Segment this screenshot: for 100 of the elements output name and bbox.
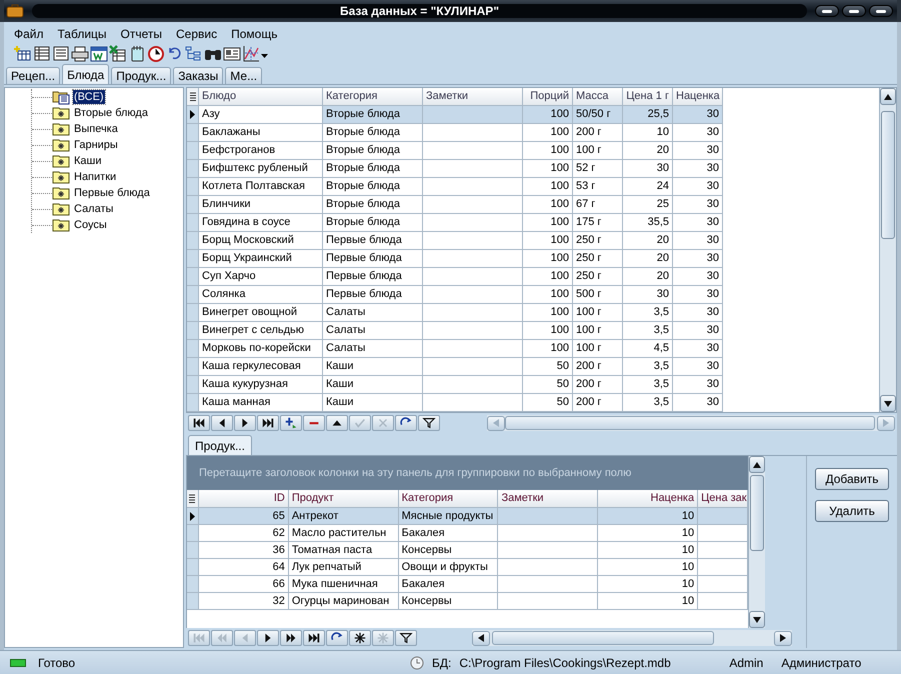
scroll-up-button[interactable] [880,88,896,105]
table-cell: 30 [673,340,723,358]
printer-icon[interactable] [71,44,89,62]
tree-item[interactable]: Соусы [73,218,108,232]
table-cell: Вторые блюда [323,178,423,196]
table-cell: 24 [623,178,673,196]
tree-item[interactable]: Гарниры [73,138,119,152]
vertical-scrollbar[interactable] [748,456,765,628]
last-record-button[interactable] [303,630,325,646]
edit-record-button[interactable] [326,415,348,431]
column-header[interactable]: ID [198,490,289,508]
first-record-button[interactable] [188,415,210,431]
asterisk-icon [376,631,390,645]
row-indicator[interactable] [187,508,199,525]
column-header[interactable]: Категория [398,490,498,508]
previous-record-button[interactable] [211,415,233,431]
chart-icon[interactable] [242,44,260,62]
column-header[interactable]: Категория [323,88,423,106]
tree-item[interactable]: (ВСЕ) [73,90,105,104]
column-header[interactable]: Наценка [598,490,698,508]
table-cell: Огурцы маринован [288,593,399,610]
next-record-button[interactable] [257,630,279,646]
table-cell: Салаты [323,322,423,340]
refresh-button[interactable] [395,415,417,431]
column-header[interactable]: Заметки [423,88,523,106]
card-icon[interactable] [223,44,241,62]
last-record-button[interactable] [257,415,279,431]
tab[interactable]: Блюда [62,64,110,84]
table-cell: Каши [323,394,423,412]
table-cell: Овощи и фрукты [398,559,498,576]
column-header[interactable]: Цена 1 г [623,88,673,106]
tab[interactable]: Продук... [111,67,172,84]
briefcase-icon [6,4,24,18]
list-icon[interactable] [52,44,70,62]
minimize-button[interactable] [815,5,839,17]
dropdown-caret-icon[interactable] [261,54,268,58]
column-header[interactable]: Продукт [288,490,399,508]
column-header[interactable]: Порций [523,88,573,106]
table-cell: 32 [198,593,289,610]
tree-item[interactable]: Салаты [73,202,114,216]
document-icon[interactable] [90,44,108,62]
insert-record-button[interactable] [280,415,302,431]
table-cell: Суп Харчо [199,268,323,286]
scroll-thumb[interactable] [881,111,895,239]
vertical-scrollbar[interactable] [879,88,896,412]
scroll-thumb[interactable] [750,475,764,551]
tree-item[interactable]: Первые блюда [73,186,151,200]
clock-icon[interactable] [147,44,165,62]
tree-icon[interactable] [185,44,203,62]
action-button[interactable]: Удалить [815,500,889,522]
tab[interactable]: Рецеп... [6,67,60,84]
scroll-right-button[interactable] [774,630,792,646]
spreadsheet-icon[interactable] [109,44,127,62]
table-cell: 10 [598,593,698,610]
action-button[interactable]: Добавить [815,468,889,490]
scroll-down-button[interactable] [749,611,765,628]
table-cell: 10 [598,542,698,559]
folder-star-icon [52,170,70,184]
table-icon[interactable] [33,44,51,62]
tab[interactable]: Ме... [225,67,262,84]
delete-record-button[interactable] [303,415,325,431]
menu-item[interactable]: Таблицы [58,26,107,42]
menu-item[interactable]: Отчеты [120,26,162,42]
table-cell [698,559,748,576]
refresh-button[interactable] [326,630,348,646]
column-header[interactable]: Заметки [498,490,598,508]
filter-button[interactable] [418,415,440,431]
tree-item[interactable]: Каши [73,154,102,168]
new-table-icon[interactable] [14,44,32,62]
scroll-thumb[interactable] [492,631,714,645]
column-chooser-icon[interactable] [187,490,199,508]
scroll-down-button[interactable] [880,395,896,412]
row-indicator[interactable] [187,106,199,124]
tab[interactable]: Заказы [173,67,224,84]
arrow-icon [192,631,206,645]
close-button[interactable] [869,5,893,17]
column-chooser-icon[interactable] [187,88,199,106]
menu-item[interactable]: Файл [14,26,44,42]
filter-button[interactable] [395,630,417,646]
menu-item[interactable]: Помощь [231,26,278,42]
tree-item[interactable]: Выпечка [73,122,119,136]
table-cell: 50/50 г [573,106,623,124]
column-header[interactable]: Наценка [673,88,723,106]
tree-item[interactable]: Вторые блюда [73,106,149,120]
scroll-left-button[interactable] [472,630,490,646]
column-header[interactable]: Блюдо [199,88,323,106]
tab[interactable]: Продук... [188,435,252,455]
scroll-thumb[interactable] [505,416,875,430]
table-cell: 30 [623,160,673,178]
next-page-button[interactable] [280,630,302,646]
scroll-up-button[interactable] [749,456,765,473]
asterisk-button[interactable] [349,630,371,646]
menu-item[interactable]: Сервис [176,26,218,42]
tree-item[interactable]: Напитки [73,170,118,184]
horizontal-scrollbar[interactable] [487,415,895,431]
horizontal-scrollbar[interactable] [472,630,792,646]
next-record-button[interactable] [234,415,256,431]
column-header[interactable]: Масса [573,88,623,106]
column-header[interactable]: Цена зак [698,490,748,508]
maximize-button[interactable] [842,5,866,17]
